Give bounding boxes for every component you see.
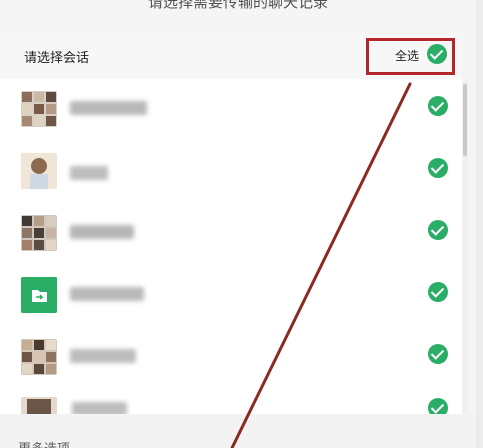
conversation-row[interactable] <box>0 389 462 414</box>
group-avatar <box>21 339 57 375</box>
conversation-row[interactable] <box>0 203 462 265</box>
file-transfer-avatar <box>21 277 57 313</box>
group-avatar <box>21 91 57 127</box>
conversation-row[interactable] <box>0 79 462 141</box>
conversation-name-blurred <box>70 101 147 115</box>
conversation-checkbox[interactable] <box>428 158 448 178</box>
select-conversations-label: 请选择会话 <box>24 51 90 66</box>
more-options-bar[interactable]: 更多选项 <box>0 414 476 448</box>
group-avatar <box>21 215 57 251</box>
window-edge <box>476 0 483 448</box>
select-all-label[interactable]: 全选 <box>395 47 419 64</box>
conversation-checkbox[interactable] <box>428 344 448 364</box>
conversation-name-blurred <box>70 287 144 301</box>
group-avatar <box>21 397 57 414</box>
select-header-row: 请选择会话 全选 <box>0 33 462 79</box>
conversation-checkbox[interactable] <box>428 282 448 302</box>
select-all-checkbox[interactable] <box>427 44 447 64</box>
conversation-row[interactable] <box>0 327 462 389</box>
conversation-name-blurred <box>70 349 136 363</box>
list-scrollbar-thumb[interactable] <box>463 84 467 156</box>
conversation-name-blurred <box>72 402 127 414</box>
conversation-row[interactable] <box>0 265 462 327</box>
conversation-row[interactable] <box>0 141 462 203</box>
conversation-checkbox[interactable] <box>428 220 448 240</box>
conversation-checkbox[interactable] <box>428 398 448 414</box>
conversation-list <box>0 79 462 414</box>
conversation-checkbox[interactable] <box>428 96 448 116</box>
person-avatar <box>21 153 57 189</box>
more-options-label[interactable]: 更多选项 <box>18 438 70 448</box>
chat-migration-dialog: 请选择需要传输的聊天记录 请选择会话 全选 <box>0 0 476 448</box>
dialog-title: 请选择需要传输的聊天记录 <box>147 0 328 11</box>
conversation-name-blurred <box>70 225 134 239</box>
conversation-name-blurred <box>70 166 108 180</box>
